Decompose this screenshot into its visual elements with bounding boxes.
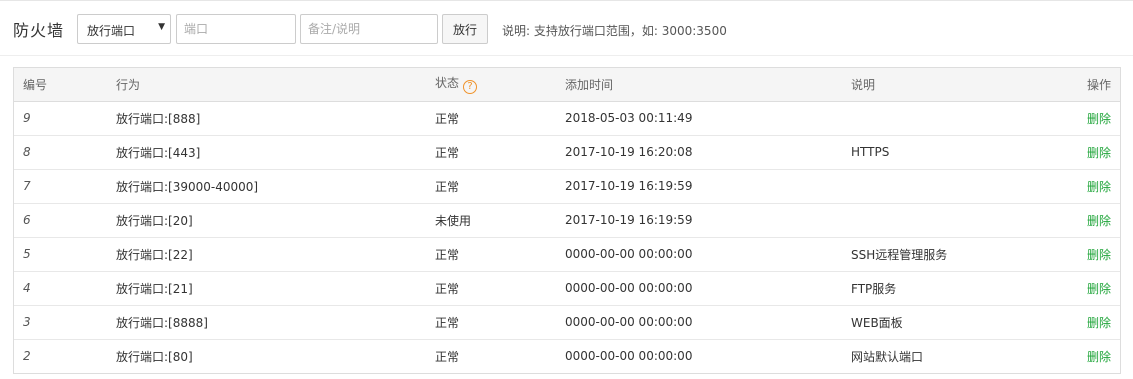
cell-desc	[851, 101, 1031, 135]
cell-status: 正常	[435, 168, 565, 203]
col-header-action: 行为	[116, 68, 435, 102]
cell-action: 放行端口:[22]	[116, 236, 435, 271]
cell-id: 9	[23, 111, 31, 125]
cell-action: 放行端口:[39000-40000]	[116, 168, 435, 203]
cell-desc: HTTPS	[851, 134, 1031, 169]
cell-time: 2018-05-03 00:11:49	[565, 111, 693, 125]
table-row: 9 放行端口:[888] 正常 2018-05-03 00:11:49 删除	[14, 101, 1120, 135]
cell-status: 正常	[435, 236, 565, 271]
cell-desc: FTP服务	[851, 270, 1031, 305]
cell-op: 删除	[1031, 270, 1120, 305]
cell-status: 正常	[435, 304, 565, 339]
firewall-table: 编号 行为 状态? 添加时间 说明 操作 9 放行端口:[888] 正常 2018-0…	[13, 67, 1121, 374]
cell-id: 6	[14, 202, 116, 237]
delete-link[interactable]: 删除	[1087, 112, 1111, 126]
delete-link[interactable]: 删除	[1087, 282, 1111, 296]
cell-status: 正常	[435, 111, 460, 126]
table-row: 5 放行端口:[22] 正常 0000-00-00 00:00:00 SSH远程管理服务…	[14, 236, 1120, 271]
col-header-id: 编号	[14, 68, 116, 102]
cell-action: 放行端口:[888]	[116, 111, 201, 126]
cell-desc	[851, 168, 1031, 203]
table-row: 2 放行端口:[80] 正常 0000-00-00 00:00:00 网站默认端口 删除	[14, 338, 1120, 373]
col-header-status-label: 状态	[435, 76, 460, 91]
cell-action: 放行端口:[80]	[116, 338, 435, 373]
cell-desc: SSH远程管理服务	[851, 236, 1031, 271]
cell-action: 放行端口:[20]	[116, 202, 435, 237]
cell-action: 放行端口:[21]	[116, 270, 435, 305]
port-input[interactable]	[176, 14, 296, 44]
cell-op: 删除	[1031, 202, 1120, 237]
cell-time: 0000-00-00 00:00:00	[565, 338, 851, 373]
delete-link[interactable]: 删除	[1087, 316, 1111, 330]
cell-status: 正常	[435, 338, 565, 373]
cell-id: 5	[14, 236, 116, 271]
cell-op: 删除	[1031, 101, 1120, 135]
col-header-desc: 说明	[851, 68, 1031, 102]
cell-op: 删除	[1031, 168, 1120, 203]
cell-action: 放行端口:[8888]	[116, 304, 435, 339]
rule-type-select-value: 放行端口	[87, 24, 136, 38]
col-header-op: 操作	[1031, 68, 1120, 102]
cell-time: 2017-10-19 16:19:59	[565, 202, 851, 237]
table-row: 4 放行端口:[21] 正常 0000-00-00 00:00:00 FTP服务 删除	[14, 270, 1120, 305]
cell-id: 2	[14, 338, 116, 373]
table-row: 7 放行端口:[39000-40000] 正常 2017-10-19 16:19:59…	[14, 168, 1120, 203]
cell-id: 7	[14, 168, 116, 203]
hint-text: 说明: 支持放行端口范围，如: 3000:3500	[502, 24, 727, 38]
table-row: 6 放行端口:[20] 未使用 2017-10-19 16:19:59 删除	[14, 202, 1120, 237]
table-row: 3 放行端口:[8888] 正常 0000-00-00 00:00:00 WEB面板 删除	[14, 304, 1120, 339]
rule-type-select[interactable]: 放行端口 ▼	[77, 14, 171, 44]
delete-link[interactable]: 删除	[1087, 146, 1111, 160]
delete-link[interactable]: 删除	[1087, 248, 1111, 262]
cell-id: 4	[14, 270, 116, 305]
remark-input[interactable]	[300, 14, 438, 44]
table-row: 8 放行端口:[443] 正常 2017-10-19 16:20:08 HTTPS 删除	[14, 134, 1120, 169]
col-header-time: 添加时间	[565, 68, 851, 102]
allow-button[interactable]: 放行	[442, 14, 488, 44]
cell-id: 3	[14, 304, 116, 339]
caret-down-icon: ▼	[158, 22, 165, 32]
cell-desc: 网站默认端口	[851, 338, 1031, 373]
cell-op: 删除	[1031, 134, 1120, 169]
cell-time: 0000-00-00 00:00:00	[565, 304, 851, 339]
cell-time: 2017-10-19 16:20:08	[565, 134, 851, 169]
cell-desc: WEB面板	[851, 304, 1031, 339]
cell-op: 删除	[1031, 236, 1120, 271]
cell-time: 0000-00-00 00:00:00	[565, 236, 851, 271]
delete-link[interactable]: 删除	[1087, 214, 1111, 228]
cell-status: 正常	[435, 134, 565, 169]
delete-link[interactable]: 删除	[1087, 350, 1111, 364]
cell-op: 删除	[1031, 338, 1120, 373]
delete-link[interactable]: 删除	[1087, 180, 1111, 194]
cell-time: 0000-00-00 00:00:00	[565, 270, 851, 305]
table-header-row: 编号 行为 状态? 添加时间 说明 操作	[14, 68, 1120, 102]
help-icon[interactable]: ?	[463, 80, 478, 95]
cell-status: 正常	[435, 270, 565, 305]
firewall-toolbar: 防火墙 放行端口 ▼ 放行 说明: 支持放行端口范围，如: 3000:3500	[0, 1, 1133, 56]
cell-action: 放行端口:[443]	[116, 134, 435, 169]
cell-desc	[851, 202, 1031, 237]
page-title: 防火墙	[13, 21, 65, 40]
cell-status: 未使用	[435, 202, 565, 237]
cell-id: 8	[14, 134, 116, 169]
cell-time: 2017-10-19 16:19:59	[565, 168, 851, 203]
cell-op: 删除	[1031, 304, 1120, 339]
col-header-status: 状态?	[435, 68, 565, 102]
